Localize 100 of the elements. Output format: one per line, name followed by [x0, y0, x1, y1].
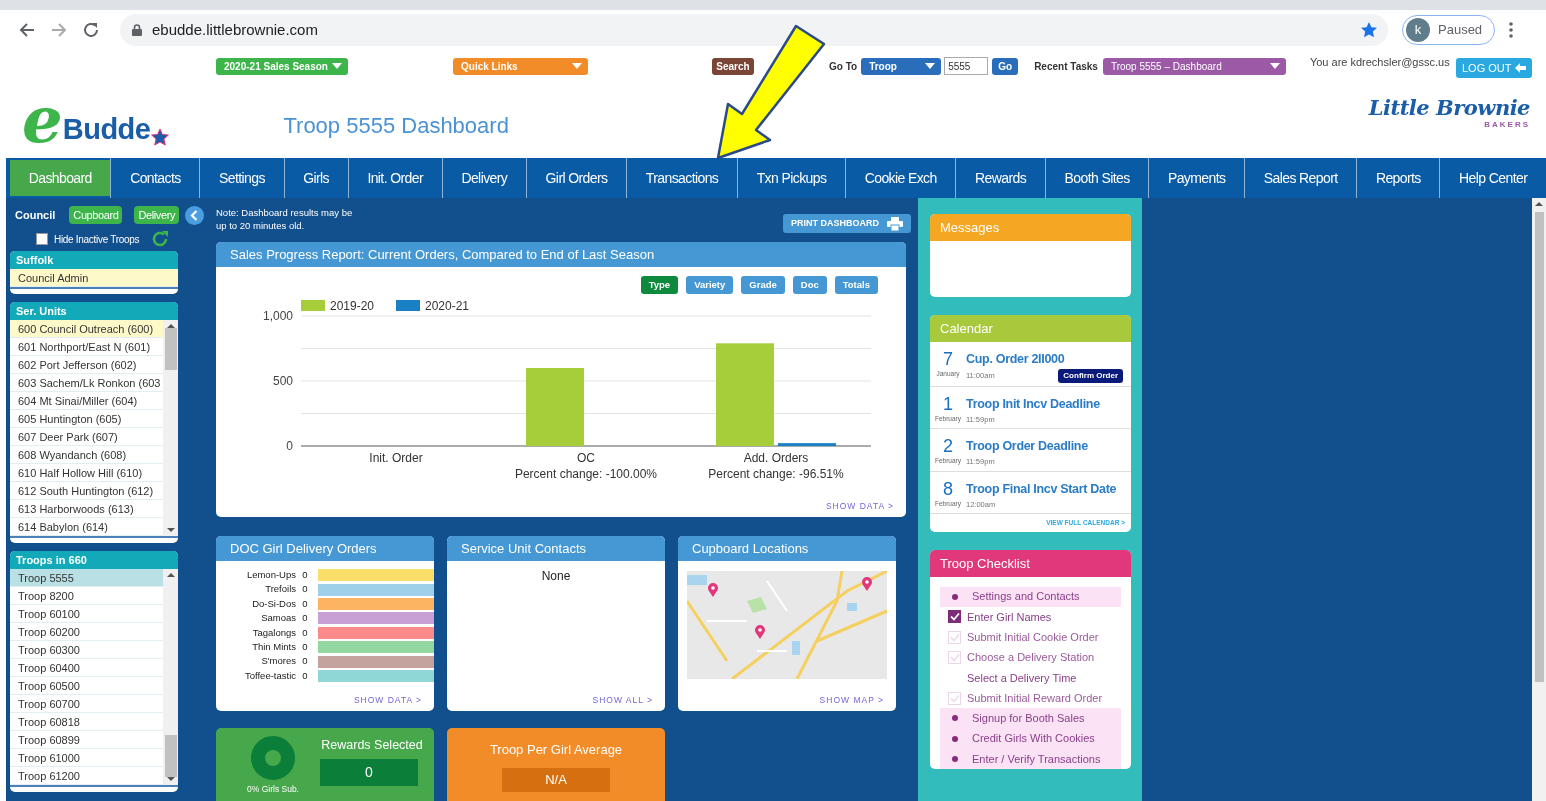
panel-title: Suffolk — [10, 251, 178, 269]
show-map-link[interactable]: SHOW MAP > — [819, 694, 884, 707]
bullet-icon — [952, 715, 958, 722]
cookie-name: Do-Si-Dos — [251, 596, 296, 611]
panel-title: Troops in 660 — [10, 551, 178, 569]
checklist-item[interactable]: Submit Initial Reward Order — [967, 689, 1103, 707]
cookie-name: S'mores — [260, 654, 296, 669]
check-icon — [949, 653, 960, 663]
cookie-name: Tagalongs — [251, 625, 296, 640]
star-icon[interactable] — [1360, 21, 1378, 39]
page-title: Troop 5555 Dashboard — [283, 111, 509, 140]
average-title: Troop Per Girl Average — [489, 741, 623, 759]
card-title: Service Unit Contacts — [447, 536, 665, 561]
check-icon — [949, 612, 960, 622]
cookie-name: Trefoils — [264, 582, 296, 597]
back-arrow-icon[interactable] — [18, 21, 36, 39]
checklist-item[interactable]: Enter / Verify Transactions — [972, 750, 1101, 768]
cookie-name: Lemon-Ups — [245, 568, 296, 583]
chart-view-button[interactable]: Type — [640, 276, 679, 294]
legend-label[interactable]: 2020-21 — [425, 299, 470, 313]
girls-submitted-text: 0% Girls Sub. — [247, 783, 299, 796]
confirm-order-tag[interactable]: Confirm Order — [1058, 369, 1123, 383]
cookie-count: 0 — [301, 568, 309, 583]
star-logo-icon — [150, 128, 171, 148]
event-title[interactable]: Troop Order Deadline — [966, 437, 1123, 457]
event-title[interactable]: Troop Final Incv Start Date — [966, 479, 1123, 499]
caret-icon — [1269, 63, 1280, 69]
list-item[interactable]: Troop 5555 — [10, 569, 163, 587]
cookie-name: Thin Mints — [251, 640, 296, 654]
bullet-icon — [952, 593, 958, 600]
average-value: N/A — [502, 767, 610, 792]
cookie-count: 0 — [301, 596, 309, 611]
card-title: DOC Girl Delivery Orders — [216, 536, 434, 561]
chevron-left-icon[interactable] — [185, 205, 204, 225]
event-title[interactable]: Cup. Order 2II000 — [966, 350, 1123, 369]
scrollbar[interactable] — [163, 320, 178, 536]
address-bar[interactable]: ebudde.littlebrownie.com — [120, 14, 1388, 46]
reload-icon[interactable] — [82, 21, 100, 39]
arrow-left-icon — [1514, 63, 1526, 73]
scrollbar[interactable] — [163, 569, 178, 785]
check-icon — [949, 693, 960, 703]
panel-title: Ser. Units — [10, 302, 178, 320]
checklist-item[interactable]: Submit Initial Cookie Order — [967, 629, 1099, 646]
refresh-icon[interactable] — [151, 230, 170, 248]
axis-tick-label: 500 — [272, 374, 293, 388]
card-title: Messages — [930, 214, 1131, 241]
show-all-link[interactable]: SHOW ALL > — [592, 694, 653, 707]
show-data-link[interactable]: SHOW DATA > — [825, 500, 894, 513]
checklist-item[interactable]: Enter Girl Names — [967, 608, 1052, 626]
category-label: Init. Order — [369, 451, 423, 465]
bar[interactable] — [778, 443, 836, 446]
event-title[interactable]: Troop Init Incv Deadline — [966, 395, 1123, 414]
checklist-item[interactable]: Choose a Delivery Station — [967, 649, 1095, 666]
list-item[interactable]: Council Admin — [10, 269, 178, 287]
go-button[interactable]: Go — [992, 57, 1019, 75]
scrollbar[interactable] — [1532, 198, 1546, 801]
checklist-item[interactable]: Signup for Booth Sales — [972, 710, 1085, 727]
cookie-count: 0 — [301, 625, 309, 640]
cookie-count: 0 — [301, 640, 309, 654]
caret-icon — [572, 63, 582, 69]
card-title: Troop Checklist — [930, 549, 1131, 577]
rewards-value: 0 — [320, 758, 418, 786]
donut-drawing — [251, 736, 295, 780]
legend-label[interactable]: 2019-20 — [330, 299, 375, 313]
brand-logo-text: Little Brownie — [1368, 96, 1530, 120]
printer-icon — [887, 216, 903, 231]
caret-icon — [925, 63, 936, 69]
event-day: 7 — [943, 350, 953, 369]
profile-avatar: k — [1406, 18, 1430, 42]
forward-arrow-icon[interactable] — [50, 21, 68, 39]
percent-change-text: Percent change: -100.00% — [514, 467, 658, 481]
note-text: Note: Dashboard results may be up to 20 minutes old. — [216, 206, 354, 232]
checklist-checkbox[interactable] — [948, 610, 961, 624]
cookie-name: Toffee-tastic — [243, 668, 296, 683]
troop-number-field[interactable]: 5555 — [944, 57, 989, 75]
empty-text: None — [540, 568, 572, 585]
cookie-count: 0 — [301, 654, 309, 669]
checklist-item[interactable]: Credit Girls With Cookies — [972, 730, 1095, 747]
profile-button[interactable]: k Paused — [1402, 15, 1496, 45]
axis-tick-label: 1,000 — [262, 309, 293, 323]
card-title: Sales Progress Report: Current Orders, Compared to End of Last Season — [216, 242, 906, 267]
category-label: OC — [577, 451, 595, 465]
show-data-link[interactable]: SHOW DATA > — [353, 694, 422, 707]
search-button[interactable]: Search — [712, 57, 754, 75]
legend-swatch — [301, 300, 325, 311]
list-item[interactable]: 600 Council Outreach (600) — [10, 320, 163, 338]
brand-subtitle: BAKERS — [1484, 120, 1530, 130]
bullet-icon — [952, 756, 958, 762]
event-day: 2 — [943, 437, 953, 457]
axis-tick-label: 0 — [286, 439, 293, 453]
cookie-count: 0 — [301, 668, 309, 683]
card-title: Calendar — [930, 315, 1131, 342]
more-icon[interactable] — [1509, 22, 1514, 38]
checklist-item[interactable]: Settings and Contacts — [972, 588, 1080, 605]
checklist-item[interactable]: Select a Delivery Time — [967, 669, 1077, 687]
checkbox-label: Hide Inactive Troops — [54, 232, 140, 247]
bullet-icon — [952, 735, 958, 742]
go-to-dropdown[interactable]: Troop — [861, 57, 942, 75]
logo-letter: e — [22, 92, 63, 148]
recent-tasks-dropdown[interactable]: Troop 5555 – Dashboard — [1102, 57, 1286, 75]
